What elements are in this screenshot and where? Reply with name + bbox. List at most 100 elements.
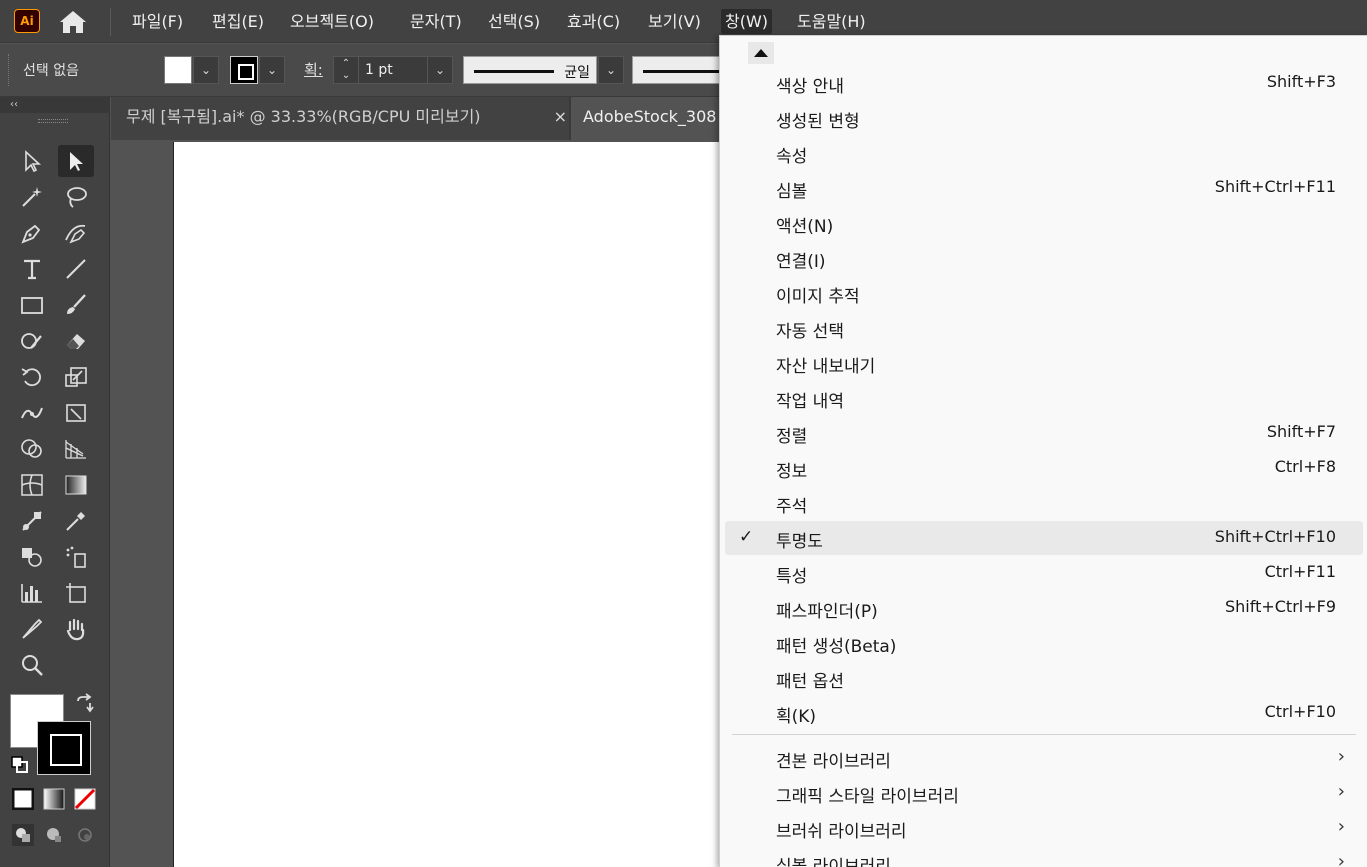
window-menu-item[interactable]: 작업 내역 xyxy=(725,381,1363,415)
window-menu-item[interactable]: 패스파인더(P) Shift+Ctrl+F9 xyxy=(725,591,1363,625)
rectangle-tool-icon[interactable] xyxy=(14,289,50,321)
library-submenu-item[interactable]: 견본 라이브러리 › xyxy=(725,741,1363,775)
window-menu-item[interactable]: 속성 xyxy=(725,136,1363,170)
eraser-tool-icon[interactable] xyxy=(58,325,94,357)
none-mode-icon[interactable] xyxy=(74,788,96,810)
scroll-up-arrow-icon[interactable] xyxy=(748,42,774,64)
paintbrush-tool-icon[interactable] xyxy=(58,289,94,321)
default-fill-stroke-icon[interactable] xyxy=(9,754,31,776)
window-menu-item[interactable]: 이미지 추적 xyxy=(725,276,1363,310)
menu-select[interactable]: 선택(S) xyxy=(484,9,544,34)
window-menu-item[interactable]: 정보 Ctrl+F8 xyxy=(725,451,1363,485)
window-menu-item[interactable]: 자산 내보내기 xyxy=(725,346,1363,380)
canvas-area[interactable] xyxy=(111,140,733,867)
perspective-grid-tool-icon[interactable] xyxy=(58,433,94,465)
width-tool-icon[interactable] xyxy=(14,397,50,429)
window-menu-item[interactable]: 색상 안내 Shift+F3 xyxy=(725,66,1363,100)
stroke-weight-stepper[interactable]: ⌃ ⌄ xyxy=(333,56,359,84)
mesh-tool-icon[interactable] xyxy=(14,469,50,501)
window-menu-item[interactable]: 생성된 변형 xyxy=(725,101,1363,135)
control-grip[interactable] xyxy=(8,54,11,86)
shape-builder-tool-icon[interactable] xyxy=(14,433,50,465)
menu-edit[interactable]: 편집(E) xyxy=(208,9,268,34)
window-menu-item[interactable]: 특성 Ctrl+F11 xyxy=(725,556,1363,590)
magic-wand-tool-icon[interactable] xyxy=(14,181,50,213)
tab-untitled[interactable]: 무제 [복구됨].ai* @ 33.33%(RGB/CPU 미리보기) × xyxy=(111,97,569,140)
column-graph-tool-icon[interactable] xyxy=(14,577,50,609)
menu-view[interactable]: 보기(V) xyxy=(644,9,705,34)
swap-fill-stroke-icon[interactable] xyxy=(74,693,96,715)
rotate-tool-icon[interactable] xyxy=(14,361,50,393)
direct-selection-tool-icon[interactable] xyxy=(14,145,50,177)
slice-tool-icon[interactable] xyxy=(14,613,50,645)
variable-width-profile[interactable]: 균일 xyxy=(463,56,597,84)
close-tab-icon[interactable]: × xyxy=(554,97,567,137)
menu-item-shortcut: Ctrl+F11 xyxy=(1264,562,1336,581)
window-menu-item[interactable]: 주석 xyxy=(725,486,1363,520)
window-menu-item[interactable]: 패턴 옵션 xyxy=(725,661,1363,695)
curvature-tool-icon[interactable] xyxy=(58,217,94,249)
shaper-tool-icon[interactable] xyxy=(14,325,50,357)
free-transform-tool-icon[interactable] xyxy=(58,397,94,429)
menu-object[interactable]: 오브젝트(O) xyxy=(286,9,378,34)
window-menu-item[interactable]: 액션(N) xyxy=(725,206,1363,240)
eyedropper-tool-icon[interactable] xyxy=(58,505,94,537)
stroke-weight-input[interactable]: 1 pt xyxy=(358,56,428,84)
type-tool-icon[interactable] xyxy=(14,253,50,285)
stroke-color-box[interactable] xyxy=(37,721,91,775)
library-submenu-item[interactable]: 브러쉬 라이브러리 › xyxy=(725,811,1363,845)
app-logo[interactable]: Ai xyxy=(14,9,40,33)
menu-effect[interactable]: 효과(C) xyxy=(563,9,624,34)
menu-item-label: 자산 내보내기 xyxy=(776,357,876,377)
live-paint-bucket-icon[interactable] xyxy=(14,541,50,573)
draw-inside-icon[interactable] xyxy=(74,824,96,846)
menu-item-label: 심볼 xyxy=(776,182,808,202)
symbol-sprayer-tool-icon[interactable] xyxy=(58,541,94,573)
profile-dropdown[interactable]: ⌄ xyxy=(598,56,624,84)
menu-window[interactable]: 창(W) xyxy=(721,9,773,34)
hand-tool-icon[interactable] xyxy=(58,613,94,645)
fill-swatch[interactable] xyxy=(164,56,192,84)
menu-type[interactable]: 문자(T) xyxy=(406,9,466,34)
window-menu-item[interactable]: 패턴 생성(Beta) xyxy=(725,626,1363,660)
blend-tool-icon[interactable] xyxy=(14,505,50,537)
menu-item-label: 투명도 xyxy=(776,532,823,552)
menu-item-label: 특성 xyxy=(776,567,808,587)
gradient-mode-icon[interactable] xyxy=(43,788,65,810)
window-menu-item[interactable]: ✓ 투명도 Shift+Ctrl+F10 xyxy=(725,521,1363,555)
tools-collapse-button[interactable]: ‹‹ xyxy=(0,97,110,113)
window-menu-item[interactable]: 자동 선택 xyxy=(725,311,1363,345)
home-icon[interactable] xyxy=(56,8,90,36)
gradient-tool-icon[interactable] xyxy=(58,469,94,501)
stroke-swatch[interactable] xyxy=(230,56,258,84)
menu-help[interactable]: 도움말(H) xyxy=(793,9,870,34)
menu-item-label: 패턴 옵션 xyxy=(776,672,844,692)
draw-behind-icon[interactable] xyxy=(43,824,65,846)
stroke-dropdown[interactable]: ⌄ xyxy=(259,56,285,84)
line-segment-tool-icon[interactable] xyxy=(58,253,94,285)
library-submenu-item[interactable]: 심볼 라이브러리 › xyxy=(725,846,1363,867)
scale-tool-icon[interactable] xyxy=(58,361,94,393)
fill-dropdown[interactable]: ⌄ xyxy=(193,56,219,84)
window-menu-item[interactable]: 획(K) Ctrl+F10 xyxy=(725,696,1363,730)
draw-normal-icon[interactable] xyxy=(12,824,34,846)
stroke-weight-dropdown[interactable]: ⌄ xyxy=(427,56,453,84)
window-menu-item[interactable]: 연결(I) xyxy=(725,241,1363,275)
tools-grip[interactable] xyxy=(38,119,68,123)
library-submenu-item[interactable]: 그래픽 스타일 라이브러리 › xyxy=(725,776,1363,810)
tab-adobestock[interactable]: AdobeStock_308 xyxy=(571,97,721,140)
menu-file[interactable]: 파일(F) xyxy=(128,9,187,34)
selection-tool-icon[interactable] xyxy=(58,145,94,177)
lasso-tool-icon[interactable] xyxy=(58,181,94,213)
artboard[interactable] xyxy=(173,142,733,867)
window-menu-item[interactable]: 정렬 Shift+F7 xyxy=(725,416,1363,450)
artboard-tool-icon[interactable] xyxy=(58,577,94,609)
brush-definition[interactable] xyxy=(632,56,723,84)
menu-item-shortcut: Ctrl+F8 xyxy=(1274,457,1336,476)
zoom-tool-icon[interactable] xyxy=(14,649,50,681)
menu-item-shortcut: Shift+Ctrl+F9 xyxy=(1224,597,1336,616)
color-mode-icon[interactable] xyxy=(11,787,35,811)
pen-tool-icon[interactable] xyxy=(14,217,50,249)
stroke-weight-label[interactable]: 획: xyxy=(304,59,323,80)
window-menu-item[interactable]: 심볼 Shift+Ctrl+F11 xyxy=(725,171,1363,205)
